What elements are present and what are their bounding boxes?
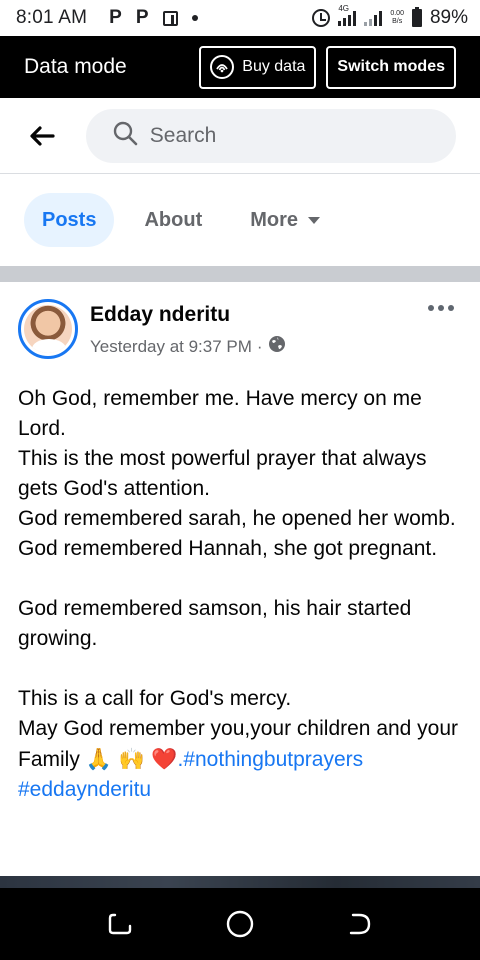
globe-icon xyxy=(268,335,286,358)
post-line: This is the most powerful prayer that al… xyxy=(18,447,427,500)
battery-icon xyxy=(411,7,422,27)
buy-data-label: Buy data xyxy=(242,58,306,75)
notification-icons: P P xyxy=(109,7,198,29)
tab-more-label: More xyxy=(250,208,299,231)
data-mode-banner: Data mode Buy data Switch modes xyxy=(0,36,480,98)
profile-tabs: Posts About More xyxy=(0,174,480,266)
search-header: Search xyxy=(0,98,480,174)
section-divider xyxy=(0,266,480,282)
post-text: Oh God, remember me. Have mercy on me Lo… xyxy=(18,384,468,805)
network-type-label: 4G xyxy=(338,4,350,13)
post-line: God remembered sarah, he opened her womb… xyxy=(18,507,456,530)
app-notification-icon: P xyxy=(135,7,149,28)
hashtag-link[interactable]: .#nothingbutprayers xyxy=(177,748,363,771)
post-image-preview[interactable] xyxy=(0,876,480,888)
post-timestamp[interactable]: Yesterday at 9:37 PM xyxy=(90,337,252,357)
battery-percent: 89% xyxy=(429,7,468,28)
emoji-prayer-clap-heart: 🙏 🙌 ❤️ xyxy=(85,747,178,771)
search-input[interactable]: Search xyxy=(85,108,456,163)
meta-separator: · xyxy=(256,336,263,356)
net-speed-value: 0.00 xyxy=(390,10,404,17)
alarm-icon xyxy=(312,9,331,27)
post-meta: Yesterday at 9:37 PM · xyxy=(90,335,286,358)
buy-data-button[interactable]: Buy data xyxy=(199,45,317,89)
post-line: This is a call for God's mercy. xyxy=(18,687,292,710)
tab-more[interactable]: More xyxy=(232,193,338,247)
more-notifications-icon xyxy=(191,15,198,21)
hashtag-link[interactable]: #eddaynderitu xyxy=(18,778,151,801)
net-speed: 0.00 B/s xyxy=(390,10,404,26)
post-header: Edday nderitu Yesterday at 9:37 PM · xyxy=(18,299,462,361)
clock: 8:01 AM xyxy=(16,7,88,28)
post-card: Edday nderitu Yesterday at 9:37 PM · Oh … xyxy=(0,282,480,876)
signal-icon xyxy=(364,10,383,26)
ellipsis-icon[interactable] xyxy=(428,305,454,311)
post-line: May God remember you,your children and y… xyxy=(18,714,468,775)
back-icon[interactable] xyxy=(342,906,378,942)
switch-modes-button[interactable]: Switch modes xyxy=(326,45,456,89)
home-icon[interactable] xyxy=(222,906,258,942)
tab-about[interactable]: About xyxy=(126,193,220,247)
data-mode-title: Data mode xyxy=(24,55,127,78)
recent-apps-icon[interactable] xyxy=(102,906,138,942)
tab-posts[interactable]: Posts xyxy=(24,193,115,247)
net-speed-unit: B/s xyxy=(392,18,403,25)
data-wave-icon xyxy=(210,55,235,79)
status-bar: 8:01 AM P P 4G 0.00 B/s 89% xyxy=(0,0,480,36)
post-author[interactable]: Edday nderitu xyxy=(90,303,230,327)
post-line: God remembered samson, his hair started … xyxy=(18,597,412,650)
caret-down-icon xyxy=(308,216,321,224)
post-line: Oh God, remember me. Have mercy on me Lo… xyxy=(18,387,422,440)
avatar-photo xyxy=(24,305,72,353)
facebook-notification-icon xyxy=(162,10,178,26)
signal-4g-icon: 4G xyxy=(338,4,357,26)
system-navigation-bar xyxy=(0,888,480,960)
post-line: God remembered Hannah, she got pregnant. xyxy=(18,537,438,560)
system-icons: 4G 0.00 B/s 89% xyxy=(312,4,468,29)
app-notification-icon: P xyxy=(109,7,122,28)
avatar[interactable] xyxy=(18,299,78,359)
search-placeholder: Search xyxy=(149,123,217,147)
switch-modes-label: Switch modes xyxy=(337,58,445,75)
search-icon xyxy=(112,120,138,151)
arrow-left-icon[interactable] xyxy=(24,118,60,154)
